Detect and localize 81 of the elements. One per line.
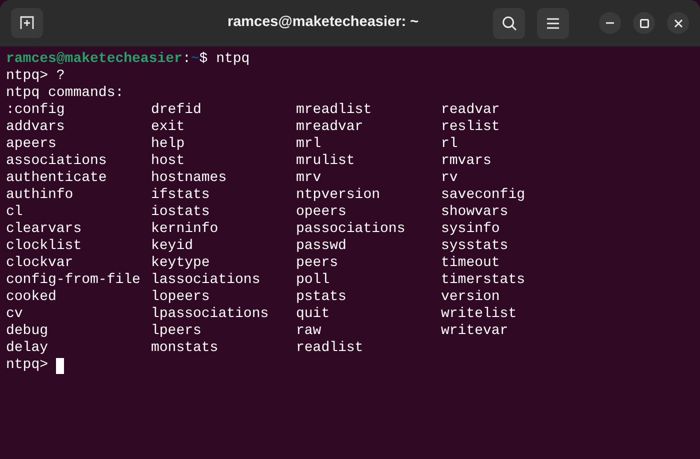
command-name: keytype <box>151 255 210 271</box>
command-name: rv <box>441 170 458 186</box>
command-name: kerninfo <box>151 221 218 237</box>
prompt-path: ~ <box>190 51 200 68</box>
command-name: version <box>441 289 500 305</box>
command-name: config-from-file <box>6 272 140 288</box>
command-name: mreadvar <box>296 119 364 135</box>
command-name: writevar <box>441 323 508 339</box>
command-name: timerstats <box>441 272 526 288</box>
command-name: cl <box>6 204 23 220</box>
command-name: passociations <box>296 221 406 237</box>
prompt-separator: : <box>182 51 191 68</box>
maximize-button[interactable] <box>633 12 655 34</box>
command-name: showvars <box>441 204 508 220</box>
command-name: cooked <box>6 289 56 305</box>
command-name: mrl <box>296 136 322 152</box>
command-name: clearvars <box>6 221 82 237</box>
command-text: ntpq <box>216 51 250 68</box>
command-name: host <box>151 153 185 169</box>
command-name: sysinfo <box>441 221 500 237</box>
command-name: drefid <box>151 102 202 118</box>
command-name: peers <box>296 255 338 271</box>
command-name: delay <box>6 340 48 356</box>
command-name: lassociations <box>151 272 260 288</box>
command-name: raw <box>296 323 322 339</box>
command-name: ntpversion <box>296 187 380 203</box>
command-name: saveconfig <box>441 187 526 203</box>
command-name: mreadlist <box>296 102 372 118</box>
window-title: ramces@maketecheasier: ~ <box>227 13 419 32</box>
search-button[interactable] <box>493 8 525 38</box>
command-name: lpassociations <box>151 306 269 322</box>
text-cursor <box>56 358 64 374</box>
command-name: mrulist <box>296 153 355 169</box>
output-line: ntpq commands: <box>6 85 124 101</box>
command-name: clockvar <box>6 255 74 271</box>
close-button[interactable] <box>667 12 689 34</box>
prompt-text: ntpq> <box>6 357 48 374</box>
command-name: rmvars <box>441 153 492 169</box>
command-name: :config <box>6 102 65 118</box>
command-name: pstats <box>296 289 346 305</box>
search-icon <box>502 16 516 30</box>
command-name: poll <box>296 272 330 288</box>
prompt-symbol: $ <box>199 51 208 68</box>
command-name: hostnames <box>151 170 227 186</box>
maximize-icon <box>640 18 648 28</box>
output-line: ntpq> ? <box>6 68 65 84</box>
menu-icon <box>547 18 559 28</box>
new-tab-button[interactable] <box>11 8 43 38</box>
close-icon <box>674 18 682 28</box>
command-name: clocklist <box>6 238 82 254</box>
command-name: writelist <box>441 306 517 322</box>
command-name: rl <box>441 136 458 152</box>
command-name: reslist <box>441 119 500 135</box>
minimize-button[interactable] <box>599 12 621 34</box>
command-name: authenticate <box>6 170 107 186</box>
new-tab-icon <box>20 16 34 30</box>
command-name: mrv <box>296 170 322 186</box>
command-name: opeers <box>296 204 346 220</box>
command-name: sysstats <box>441 238 508 254</box>
menu-button[interactable] <box>537 8 569 38</box>
command-name: monstats <box>151 340 218 356</box>
command-name: passwd <box>296 238 346 254</box>
command-name: authinfo <box>6 187 74 203</box>
command-name: cv <box>6 306 23 322</box>
command-name: readvar <box>441 102 500 118</box>
prompt-user-host: ramces@maketecheasier <box>6 51 182 68</box>
command-name: exit <box>151 119 185 135</box>
minimize-icon <box>606 22 614 24</box>
command-name: apeers <box>6 136 56 152</box>
command-name: readlist <box>296 340 364 356</box>
command-name: ifstats <box>151 187 210 203</box>
command-name: timeout <box>441 255 500 271</box>
command-name: help <box>151 136 185 152</box>
command-name: associations <box>6 153 107 169</box>
command-name: debug <box>6 323 48 339</box>
command-name: addvars <box>6 119 65 135</box>
command-name: keyid <box>151 238 194 254</box>
command-name: iostats <box>151 204 210 220</box>
command-name: lopeers <box>151 289 210 305</box>
command-name: lpeers <box>151 323 202 339</box>
command-name: quit <box>296 306 330 322</box>
